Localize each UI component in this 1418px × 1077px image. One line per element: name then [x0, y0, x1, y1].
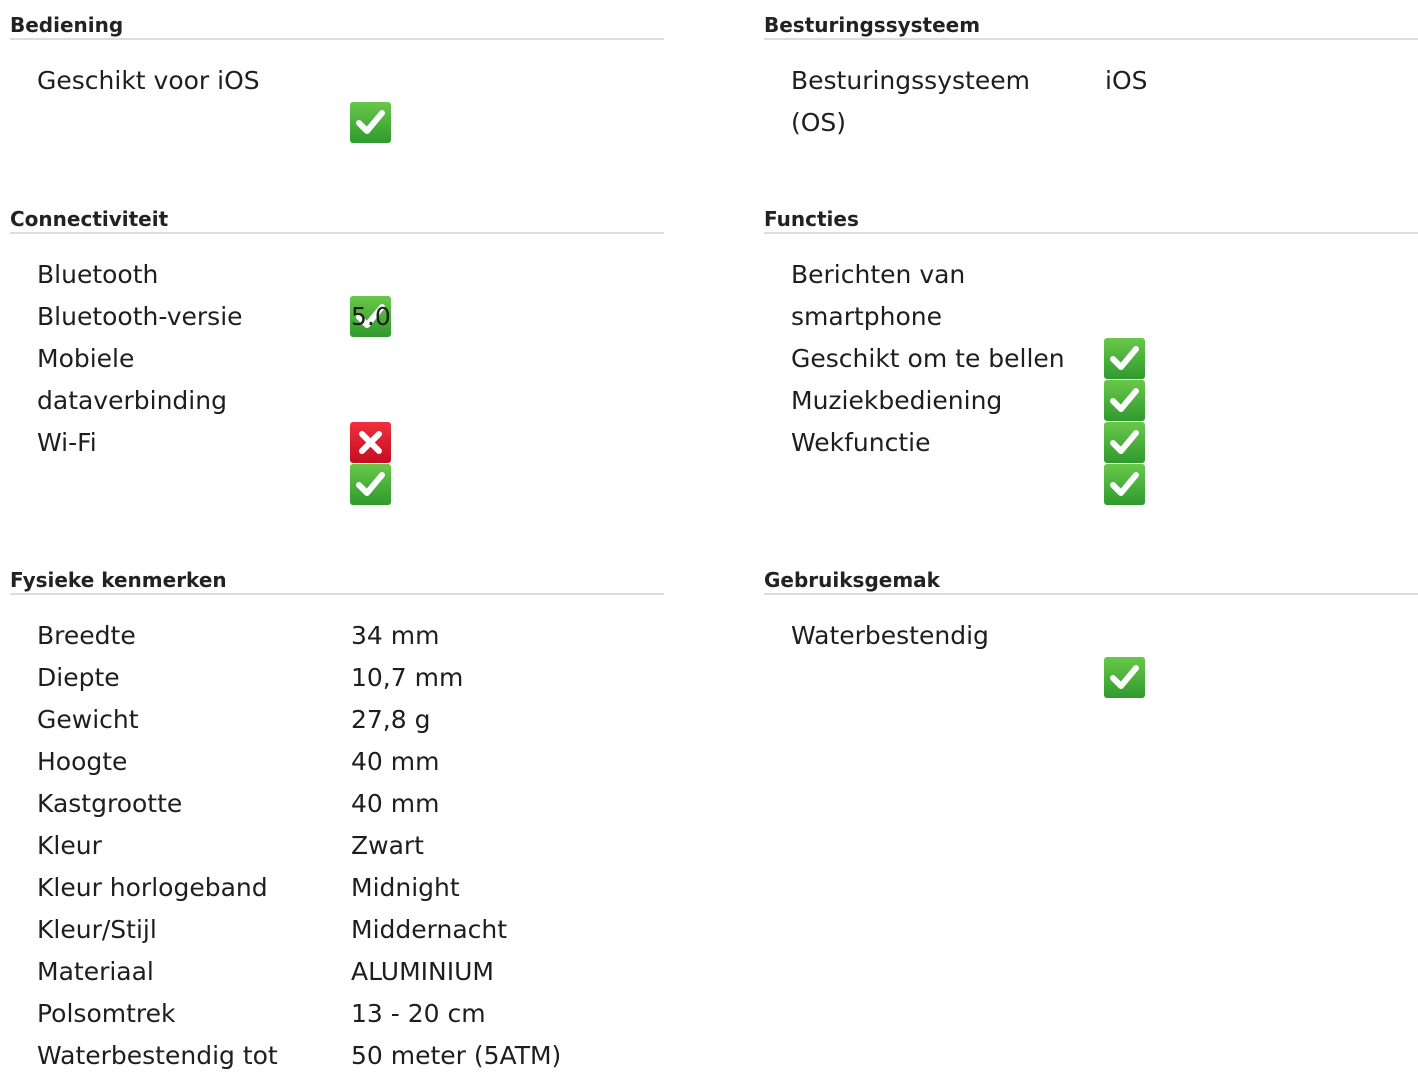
spec-row: Geschikt om te bellen: [764, 338, 1418, 421]
section-title: Bediening: [10, 4, 664, 40]
section-gebruiksgemak: Gebruiksgemak Waterbestendig: [764, 559, 1418, 698]
spec-label: Kastgrootte: [37, 789, 183, 818]
spec-row: Kleur horlogeband Midnight: [10, 867, 664, 909]
spec-row: Diepte 10,7 mm: [10, 657, 664, 699]
section-title: Functies: [764, 198, 1418, 234]
spec-row: Gewicht 27,8 g: [10, 699, 664, 741]
spec-row: Muziekbediening: [764, 380, 1418, 463]
spec-row: Kleur/Stijl Middernacht: [10, 909, 664, 951]
checkmark-icon: [350, 464, 391, 505]
section-title: Fysieke kenmerken: [10, 559, 664, 595]
spec-label: Kleur: [37, 831, 102, 860]
spec-value: Midnight: [351, 873, 460, 902]
spec-row: Waterbestendig tot 50 meter (5ATM): [10, 1035, 664, 1077]
spec-value: iOS: [1105, 66, 1148, 95]
spec-label: Kleur horlogeband: [37, 873, 268, 902]
spec-row: Breedte 34 mm: [10, 615, 664, 657]
spec-row: Waterbestendig: [764, 615, 1418, 698]
checkmark-icon: [1104, 464, 1145, 505]
spec-list: Berichten van smartphone Geschikt om te b…: [764, 234, 1418, 505]
spec-label: Breedte: [37, 621, 136, 650]
spec-row: Bluetooth-versie 5.0: [10, 296, 664, 338]
spec-value: 40 mm: [351, 789, 440, 818]
spec-label: Muziekbediening: [791, 386, 1003, 415]
spec-row: Mobiele dataverbinding: [10, 338, 664, 463]
spec-label: Mobiele dataverbinding: [37, 344, 227, 415]
spec-list: Waterbestendig: [764, 595, 1418, 698]
spec-row: Kastgrootte 40 mm: [10, 783, 664, 825]
spec-value: 50 meter (5ATM): [351, 1041, 562, 1070]
checkmark-icon: [1104, 657, 1145, 698]
section-functies: Functies Berichten van smartphone Geschik…: [764, 198, 1418, 505]
spec-value: 13 - 20 cm: [351, 999, 486, 1028]
spec-row: Materiaal ALUMINIUM: [10, 951, 664, 993]
spec-label: Geschikt voor iOS: [37, 66, 260, 95]
spec-label: Kleur/Stijl: [37, 915, 157, 944]
spec-row: Wekfunctie: [764, 422, 1418, 505]
spec-value: 10,7 mm: [351, 663, 464, 692]
spec-label: Geschikt om te bellen: [791, 344, 1065, 373]
spec-label: Gewicht: [37, 705, 139, 734]
section-connectiviteit: Connectiviteit Bluetooth Bluetooth-versie…: [10, 198, 664, 505]
spec-list: Besturingssysteem (OS) iOS: [764, 40, 1418, 144]
spec-label: Bluetooth-versie: [37, 302, 243, 331]
section-title: Gebruiksgemak: [764, 559, 1418, 595]
spec-value: 27,8 g: [351, 705, 431, 734]
section-bediening: Bediening Geschikt voor iOS: [10, 4, 664, 143]
spec-value: 34 mm: [351, 621, 440, 650]
spec-row: Berichten van smartphone: [764, 254, 1418, 379]
spec-label: Hoogte: [37, 747, 128, 776]
spec-row: Kleur Zwart: [10, 825, 664, 867]
spec-row: Besturingssysteem (OS) iOS: [764, 60, 1418, 144]
section-title: Besturingssysteem: [764, 4, 1418, 40]
spec-row: Hoogte 40 mm: [10, 741, 664, 783]
spec-row: Geschikt voor iOS: [10, 60, 664, 143]
spec-value: 5.0: [351, 302, 391, 331]
checkmark-icon: [350, 102, 391, 143]
section-besturingssysteem: Besturingssysteem Besturingssysteem (OS)…: [764, 4, 1418, 144]
spec-list: Breedte 34 mm Diepte 10,7 mm Gewicht 27,8 g Ho…: [10, 595, 664, 1077]
spec-value: 40 mm: [351, 747, 440, 776]
spec-label: Bluetooth: [37, 260, 159, 289]
spec-row: Bluetooth: [10, 254, 664, 337]
spec-value: Zwart: [351, 831, 424, 860]
spec-label: Materiaal: [37, 957, 154, 986]
spec-list: Bluetooth Bluetooth-versie 5.0 Mobiele data…: [10, 234, 664, 505]
spec-label: Diepte: [37, 663, 120, 692]
spec-label: Besturingssysteem (OS): [791, 66, 1030, 137]
section-title: Connectiviteit: [10, 198, 664, 234]
spec-row: Wi-Fi: [10, 422, 664, 505]
spec-label: Polsomtrek: [37, 999, 176, 1028]
spec-label: Wekfunctie: [791, 428, 931, 457]
section-fysieke-kenmerken: Fysieke kenmerken Breedte 34 mm Diepte 10,7…: [10, 559, 664, 1077]
spec-list: Geschikt voor iOS: [10, 40, 664, 143]
spec-label: Waterbestendig: [791, 621, 989, 650]
spec-row: Polsomtrek 13 - 20 cm: [10, 993, 664, 1035]
spec-label: Berichten van smartphone: [791, 260, 966, 331]
spec-label: Wi-Fi: [37, 428, 97, 457]
spec-value: ALUMINIUM: [351, 957, 494, 986]
spec-value: Middernacht: [351, 915, 508, 944]
spec-label: Waterbestendig tot: [37, 1041, 278, 1070]
